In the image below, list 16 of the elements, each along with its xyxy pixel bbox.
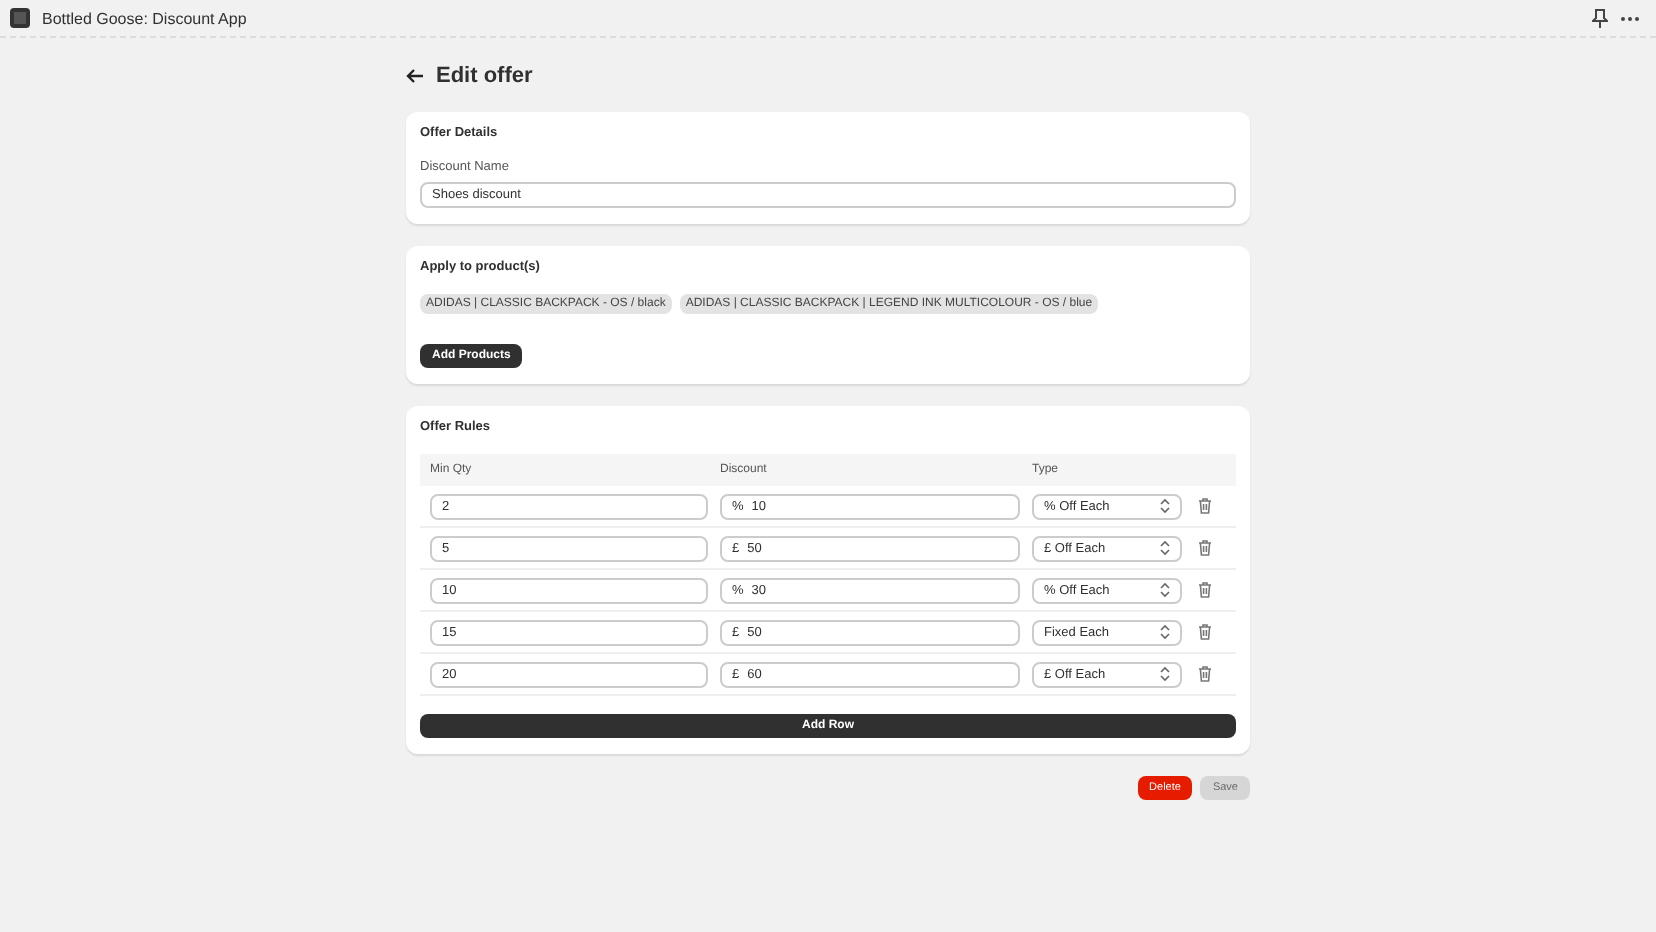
delete-icon[interactable] [1198, 540, 1212, 556]
delete-icon[interactable] [1198, 582, 1212, 598]
chevron-updown-icon [1160, 540, 1170, 556]
chevron-updown-icon [1160, 498, 1170, 514]
delete-icon[interactable] [1198, 498, 1212, 514]
app-title: Bottled Goose: Discount App [42, 9, 247, 27]
app-logo-icon [10, 8, 30, 28]
page-title: Edit offer [436, 64, 533, 88]
chevron-updown-icon [1160, 582, 1170, 598]
delete-icon[interactable] [1198, 666, 1212, 682]
delete-icon[interactable] [1198, 624, 1212, 640]
back-arrow-icon[interactable] [406, 68, 424, 84]
pin-icon[interactable] [1592, 8, 1608, 28]
chevron-updown-icon [1160, 666, 1170, 682]
more-icon[interactable] [1620, 15, 1640, 21]
chevron-updown-icon [1160, 624, 1170, 640]
